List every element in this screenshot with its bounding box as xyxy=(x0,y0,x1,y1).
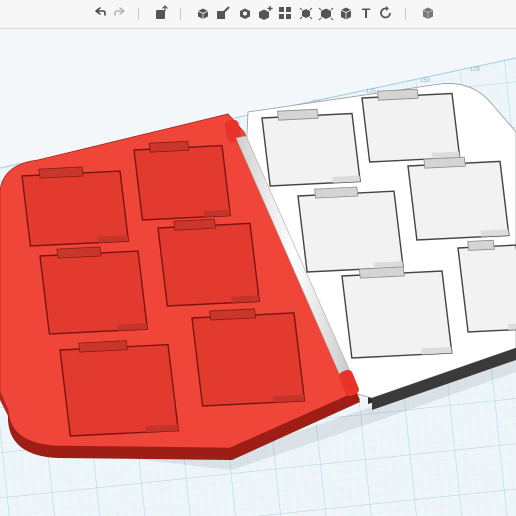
slot-tab xyxy=(209,308,257,321)
undo-icon[interactable] xyxy=(91,4,109,22)
3d-viewport[interactable]: 325300275250225200175150125 xyxy=(0,29,516,516)
align-icon[interactable] xyxy=(276,4,294,22)
slot-tab xyxy=(148,140,190,153)
flip-icon[interactable] xyxy=(297,4,315,22)
ruler-tick-label: 125 xyxy=(470,67,481,73)
rotate-icon[interactable] xyxy=(377,4,395,22)
toolbar-separator xyxy=(180,8,181,20)
box-shape-icon[interactable] xyxy=(337,4,355,22)
slot-tab xyxy=(358,266,405,279)
card-slot-red xyxy=(39,246,149,335)
slot-recess xyxy=(361,92,461,163)
slot-tab xyxy=(423,156,466,169)
slot-recess xyxy=(261,112,361,187)
edit-shape-icon[interactable] xyxy=(214,4,232,22)
hole-icon[interactable] xyxy=(236,4,254,22)
card-slot-red xyxy=(133,140,232,221)
svg-text:T: T xyxy=(362,5,371,21)
slot-tab xyxy=(78,340,128,353)
card-slot-white xyxy=(457,239,516,333)
slot-notch xyxy=(507,323,516,330)
card-slot-red xyxy=(157,218,261,307)
redo-icon[interactable] xyxy=(111,4,129,22)
slot-tab xyxy=(467,239,495,251)
slot-tab xyxy=(173,218,216,231)
card-slot-red xyxy=(191,308,306,407)
slot-recess xyxy=(341,270,453,359)
slot-recess xyxy=(59,343,180,437)
slot-recess xyxy=(191,312,306,407)
slot-tab xyxy=(277,108,319,121)
card-slot-white xyxy=(361,88,461,163)
group-icon[interactable] xyxy=(194,4,212,22)
add-shape-icon[interactable] xyxy=(256,4,274,22)
toolbar-separator xyxy=(138,8,139,20)
text-icon[interactable]: T xyxy=(357,4,375,22)
card-slot-white xyxy=(407,156,510,241)
view-cube-icon[interactable] xyxy=(419,4,437,22)
slot-recess xyxy=(407,160,510,241)
card-slot-white xyxy=(341,266,453,359)
slot-tab xyxy=(377,88,419,101)
slot-tab xyxy=(38,166,84,179)
card-slot-white xyxy=(297,186,404,273)
slot-recess xyxy=(457,244,516,333)
card-slot-white xyxy=(261,108,361,187)
toolbar-separator xyxy=(405,8,406,20)
slot-recess xyxy=(133,144,232,221)
slot-recess xyxy=(297,190,404,273)
slot-recess xyxy=(157,222,261,307)
import-icon[interactable] xyxy=(152,4,170,22)
slot-recess xyxy=(39,250,149,335)
duplicate-icon[interactable] xyxy=(317,4,335,22)
card-slot-red xyxy=(59,340,180,437)
card-slot-red xyxy=(21,166,130,247)
ruler-tick-label: 150 xyxy=(420,78,431,84)
slot-recess xyxy=(21,170,130,247)
slot-tab xyxy=(314,186,359,199)
slot-tab xyxy=(56,246,102,259)
toolbar: T xyxy=(0,0,516,29)
